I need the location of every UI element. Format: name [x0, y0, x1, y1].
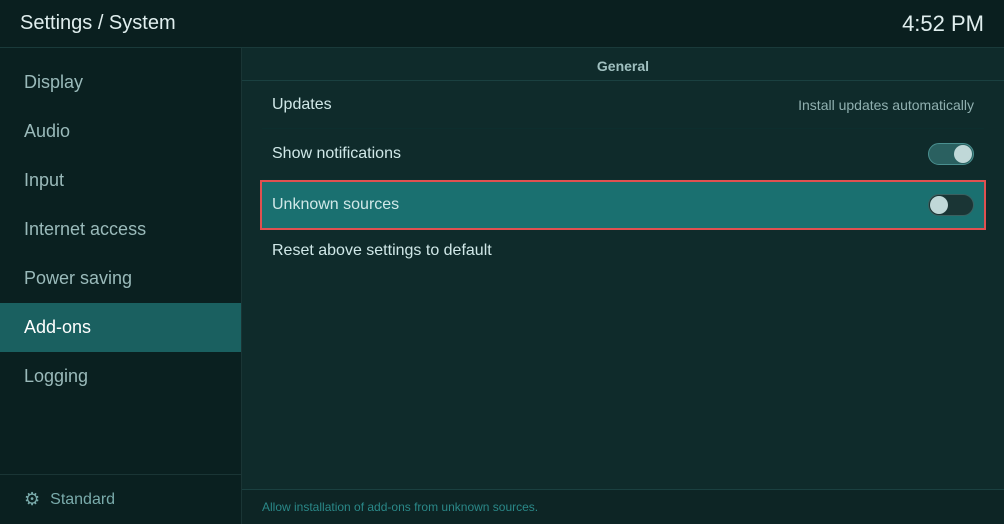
toggle-knob — [954, 145, 972, 163]
sidebar-item-input[interactable]: Input — [0, 156, 241, 205]
setting-row-updates[interactable]: Updates Install updates automatically — [262, 81, 984, 129]
page-title: Settings / System — [20, 12, 176, 35]
content-area: General Updates Install updates automati… — [242, 48, 1004, 524]
bottom-bar: Allow installation of add-ons from unkno… — [242, 489, 1004, 524]
sidebar-item-logging[interactable]: Logging — [0, 352, 241, 401]
updates-value: Install updates automatically — [798, 97, 974, 113]
clock: 4:52 PM — [902, 11, 984, 37]
sidebar: Display Audio Input Internet access Powe… — [0, 48, 242, 524]
gear-icon: ⚙ — [24, 489, 40, 510]
sidebar-standard-label: Standard — [50, 491, 115, 509]
bottom-hint-text: Allow installation of add-ons from unkno… — [262, 500, 538, 514]
unknown-sources-label: Unknown sources — [272, 196, 399, 214]
updates-label: Updates — [272, 96, 332, 114]
sidebar-bottom-standard[interactable]: ⚙ Standard — [0, 474, 241, 524]
setting-row-show-notifications[interactable]: Show notifications — [262, 129, 984, 180]
show-notifications-toggle[interactable] — [928, 143, 974, 165]
sidebar-item-internet-access[interactable]: Internet access — [0, 205, 241, 254]
settings-list: Updates Install updates automatically Sh… — [242, 81, 1004, 272]
main-layout: Display Audio Input Internet access Powe… — [0, 48, 1004, 524]
app-header: Settings / System 4:52 PM — [0, 0, 1004, 48]
sidebar-item-add-ons[interactable]: Add-ons — [0, 303, 241, 352]
toggle-knob-unknown — [930, 196, 948, 214]
setting-row-unknown-sources[interactable]: Unknown sources — [260, 180, 986, 230]
section-general-label: General — [242, 48, 1004, 81]
reset-label: Reset above settings to default — [272, 242, 492, 259]
unknown-sources-toggle[interactable] — [928, 194, 974, 216]
sidebar-item-display[interactable]: Display — [0, 58, 241, 107]
sidebar-item-audio[interactable]: Audio — [0, 107, 241, 156]
sidebar-item-power-saving[interactable]: Power saving — [0, 254, 241, 303]
show-notifications-label: Show notifications — [272, 145, 401, 163]
setting-row-reset[interactable]: Reset above settings to default — [262, 230, 984, 272]
